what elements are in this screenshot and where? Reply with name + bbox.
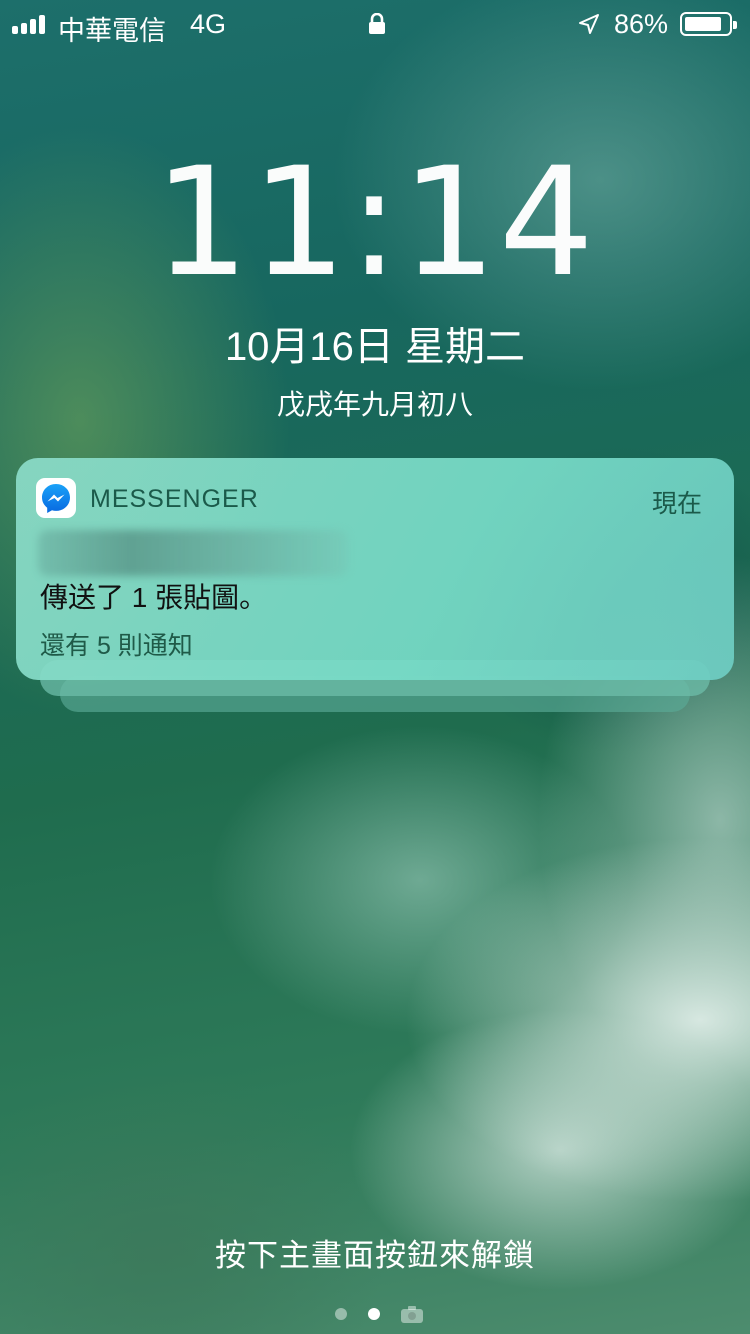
status-bar: 中華電信 4G 86% xyxy=(0,0,750,48)
page-dot-active xyxy=(368,1308,380,1320)
network-type: 4G xyxy=(190,9,227,39)
lock-icon xyxy=(369,13,385,34)
more-notifications-label[interactable]: 還有 5 則通知 xyxy=(40,626,193,662)
notification-app-name: MESSENGER xyxy=(90,485,259,513)
page-dot xyxy=(335,1308,347,1320)
location-arrow-icon xyxy=(579,14,599,34)
camera-icon xyxy=(401,1306,423,1323)
battery-percent: 86% xyxy=(614,9,669,39)
notification-body: 傳送了 1 張貼圖。 xyxy=(40,582,268,613)
notification-time: 現在 xyxy=(651,490,702,518)
carrier-name: 中華電信 xyxy=(58,16,166,46)
battery-icon xyxy=(680,12,737,36)
messenger-icon xyxy=(36,478,76,518)
signal-bars-icon xyxy=(12,14,52,34)
messenger-notification[interactable]: MESSENGER 現在 傳送了 1 張貼圖。 還有 5 則通知 xyxy=(16,458,734,680)
lock-screen-time: 11:14 xyxy=(153,136,597,310)
page-indicator[interactable] xyxy=(0,1302,750,1326)
blurred-sender-name xyxy=(38,530,348,576)
lock-screen-date: 10月16日 星期二 xyxy=(224,325,526,369)
lunar-date: 戊戌年九月初八 xyxy=(276,389,473,420)
unlock-hint: 按下主畫面按鈕來解鎖 xyxy=(215,1238,535,1273)
